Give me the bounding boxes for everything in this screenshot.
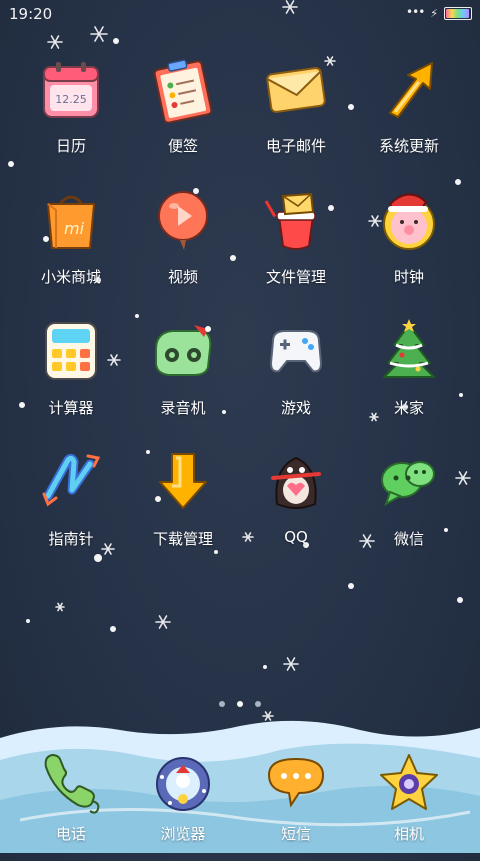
app-wechat[interactable]: 微信 — [354, 450, 464, 570]
app-compass[interactable]: 指南针 — [16, 450, 126, 570]
app-label: 视频 — [167, 268, 198, 286]
notes-icon — [153, 59, 213, 123]
calendar-icon-date: 12.25 — [55, 93, 87, 106]
calendar-icon: 12.25 — [43, 62, 99, 118]
recorder-icon — [155, 325, 212, 376]
email-icon — [266, 67, 326, 113]
app-label: 电子邮件 — [265, 137, 326, 155]
download-manager-icon — [159, 453, 207, 509]
battery-icon — [444, 7, 472, 20]
app-label: 相机 — [393, 825, 424, 843]
app-notes[interactable]: 便签 — [128, 57, 238, 177]
wechat-icon — [381, 461, 435, 507]
app-system-update[interactable]: 系统更新 — [354, 57, 464, 177]
mi-store-icon-text: mi — [64, 219, 85, 238]
app-label: 计算器 — [48, 399, 94, 417]
app-file-manager[interactable]: 文件管理 — [241, 188, 351, 308]
qq-icon — [271, 456, 321, 509]
app-recorder[interactable]: 录音机 — [128, 319, 238, 439]
app-label: 游戏 — [280, 399, 311, 417]
game-icon — [269, 330, 323, 373]
file-manager-icon — [264, 192, 316, 250]
app-label: 录音机 — [160, 399, 206, 417]
app-label: QQ — [284, 528, 308, 546]
app-mi-store[interactable]: mi 小米商城 — [16, 188, 126, 308]
charging-icon: ⚡ — [430, 7, 438, 20]
system-update-icon — [389, 62, 433, 118]
app-label: 系统更新 — [378, 137, 439, 155]
dock-app-phone[interactable]: 电话 — [16, 751, 126, 861]
clock-icon — [383, 193, 435, 250]
app-label: 浏览器 — [160, 825, 206, 843]
app-label: 电话 — [55, 825, 86, 843]
app-label: 米家 — [393, 399, 424, 417]
calculator-icon — [45, 322, 97, 380]
dock-app-browser[interactable]: 浏览器 — [128, 751, 238, 861]
messages-icon — [267, 757, 325, 808]
phone-icon — [44, 753, 100, 814]
compass-icon — [42, 453, 101, 507]
app-mi-home[interactable]: 米家 — [354, 319, 464, 439]
app-label: 文件管理 — [265, 268, 326, 286]
app-email[interactable]: 电子邮件 — [241, 57, 351, 177]
app-label: 日历 — [55, 137, 86, 155]
app-label: 微信 — [393, 530, 424, 548]
dock-app-camera[interactable]: 相机 — [354, 751, 464, 861]
status-time: 19:20 — [9, 5, 53, 23]
camera-icon — [380, 754, 438, 810]
app-label: 指南针 — [48, 530, 94, 548]
dock-app-messages[interactable]: 短信 — [241, 751, 351, 861]
app-qq[interactable]: QQ — [241, 450, 351, 570]
app-label: 便签 — [167, 137, 198, 155]
status-bar: 19:20 ••• ⚡ — [0, 0, 480, 28]
app-label: 小米商城 — [40, 268, 101, 286]
mi-home-icon — [383, 319, 435, 378]
app-game[interactable]: 游戏 — [241, 319, 351, 439]
video-icon — [158, 191, 208, 250]
app-clock[interactable]: 时钟 — [354, 188, 464, 308]
app-label: 时钟 — [393, 268, 424, 286]
app-label: 下载管理 — [152, 530, 213, 548]
mi-store-icon: mi — [47, 195, 95, 249]
app-video[interactable]: 视频 — [128, 188, 238, 308]
browser-icon — [156, 757, 210, 811]
app-download-manager[interactable]: 下载管理 — [128, 450, 238, 570]
more-dots-icon: ••• — [406, 4, 425, 19]
app-calendar[interactable]: 12.25 日历 — [16, 57, 126, 177]
status-icons: ••• ⚡ — [406, 4, 472, 20]
app-label: 短信 — [280, 825, 311, 843]
app-calculator[interactable]: 计算器 — [16, 319, 126, 439]
